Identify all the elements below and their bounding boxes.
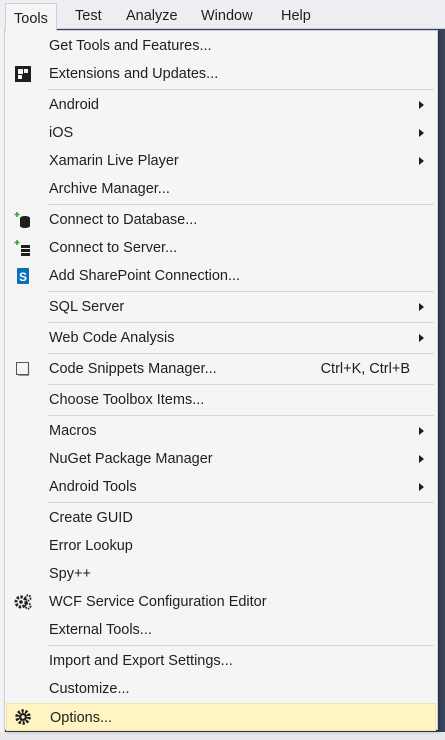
menu-item-connect-to-database[interactable]: Connect to Database... <box>6 206 436 234</box>
submenu-arrow-icon <box>419 157 424 165</box>
menu-item-options[interactable]: Options... <box>6 703 436 731</box>
submenu-arrow-icon <box>419 483 424 491</box>
menu-item-label: Code Snippets Manager... <box>49 361 217 377</box>
menu-separator <box>48 645 434 646</box>
menu-item-label: Add SharePoint Connection... <box>49 268 241 284</box>
menu-item-nuget-package-manager[interactable]: NuGet Package Manager <box>6 445 436 473</box>
extensions-icon <box>14 65 32 83</box>
menu-item-label: Error Lookup <box>49 538 133 554</box>
menu-separator <box>48 384 434 385</box>
menu-separator <box>48 415 434 416</box>
menu-item-xamarin-live-player[interactable]: Xamarin Live Player <box>6 147 436 175</box>
menu-item-label: Android <box>49 97 99 113</box>
menu-item-label: NuGet Package Manager <box>49 451 213 467</box>
status-strip <box>0 732 445 740</box>
wcf-gears-icon <box>14 593 32 611</box>
menu-item-label: Extensions and Updates... <box>49 66 219 82</box>
menu-item-sql-server[interactable]: SQL Server <box>6 293 436 321</box>
menu-item-create-guid[interactable]: Create GUID <box>6 504 436 532</box>
menu-separator <box>48 204 434 205</box>
menu-item-label: SQL Server <box>49 299 125 315</box>
menu-item-label: External Tools... <box>49 622 152 638</box>
menu-item-label: iOS <box>49 125 74 141</box>
menu-item-label: Get Tools and Features... <box>49 38 212 54</box>
menu-item-label: Archive Manager... <box>49 181 170 197</box>
menu-item-get-tools-and-features[interactable]: Get Tools and Features... <box>6 32 436 60</box>
menu-item-shortcut: Ctrl+K, Ctrl+B <box>320 361 410 377</box>
menu-item-extensions-and-updates[interactable]: Extensions and Updates... <box>6 60 436 88</box>
menu-item-android-tools[interactable]: Android Tools <box>6 473 436 501</box>
menu-separator <box>48 89 434 90</box>
menu-item-label: Create GUID <box>49 510 133 526</box>
menu-item-ios[interactable]: iOS <box>6 119 436 147</box>
submenu-arrow-icon <box>419 427 424 435</box>
menu-item-macros[interactable]: Macros <box>6 417 436 445</box>
menu-item-label: Import and Export Settings... <box>49 653 233 669</box>
menu-item-label: Web Code Analysis <box>49 330 175 346</box>
submenu-arrow-icon <box>419 334 424 342</box>
menu-test[interactable]: Test <box>75 0 102 28</box>
snippet-checkbox-icon <box>14 360 32 378</box>
sharepoint-icon: S <box>14 267 32 285</box>
database-connect-icon <box>14 211 32 229</box>
menu-item-label: Xamarin Live Player <box>49 153 179 169</box>
menu-bar: Tools Test Analyze Window Help <box>0 0 445 31</box>
server-connect-icon <box>14 239 32 257</box>
gear-icon <box>14 708 32 726</box>
menu-window[interactable]: Window <box>201 0 253 28</box>
menu-help[interactable]: Help <box>281 0 311 28</box>
menu-item-label: Spy++ <box>49 566 91 582</box>
menu-item-external-tools[interactable]: External Tools... <box>6 616 436 644</box>
menu-item-label: Connect to Server... <box>49 240 178 256</box>
submenu-arrow-icon <box>419 455 424 463</box>
menu-item-choose-toolbox-items[interactable]: Choose Toolbox Items... <box>6 386 436 414</box>
menu-item-label: Customize... <box>49 681 130 697</box>
menu-separator <box>48 353 434 354</box>
menu-separator <box>48 291 434 292</box>
menu-item-label: Options... <box>50 710 113 726</box>
menu-item-customize[interactable]: Customize... <box>6 675 436 703</box>
menu-item-add-sharepoint-connection[interactable]: S Add SharePoint Connection... <box>6 262 436 290</box>
svg-text:S: S <box>19 270 27 284</box>
menu-item-label: Choose Toolbox Items... <box>49 392 205 408</box>
menu-item-error-lookup[interactable]: Error Lookup <box>6 532 436 560</box>
menu-item-connect-to-server[interactable]: Connect to Server... <box>6 234 436 262</box>
menu-item-android[interactable]: Android <box>6 91 436 119</box>
menu-item-code-snippets-manager[interactable]: Code Snippets Manager... Ctrl+K, Ctrl+B <box>6 355 436 383</box>
submenu-arrow-icon <box>419 101 424 109</box>
menu-item-archive-manager[interactable]: Archive Manager... <box>6 175 436 203</box>
menu-item-label: WCF Service Configuration Editor <box>49 594 267 610</box>
menu-item-label: Macros <box>49 423 97 439</box>
menu-tools[interactable]: Tools <box>5 3 57 31</box>
menu-item-spy-plus-plus[interactable]: Spy++ <box>6 560 436 588</box>
menu-item-web-code-analysis[interactable]: Web Code Analysis <box>6 324 436 352</box>
menu-item-label: Android Tools <box>49 479 137 495</box>
submenu-arrow-icon <box>419 303 424 311</box>
menu-item-label: Connect to Database... <box>49 212 198 228</box>
menu-item-import-and-export-settings[interactable]: Import and Export Settings... <box>6 647 436 675</box>
menu-separator <box>48 322 434 323</box>
tools-dropdown-menu: Get Tools and Features... Extensions and… <box>4 30 438 731</box>
submenu-arrow-icon <box>419 129 424 137</box>
menu-analyze[interactable]: Analyze <box>126 0 178 28</box>
menu-separator <box>48 502 434 503</box>
menu-item-wcf-service-configuration-editor[interactable]: WCF Service Configuration Editor <box>6 588 436 616</box>
